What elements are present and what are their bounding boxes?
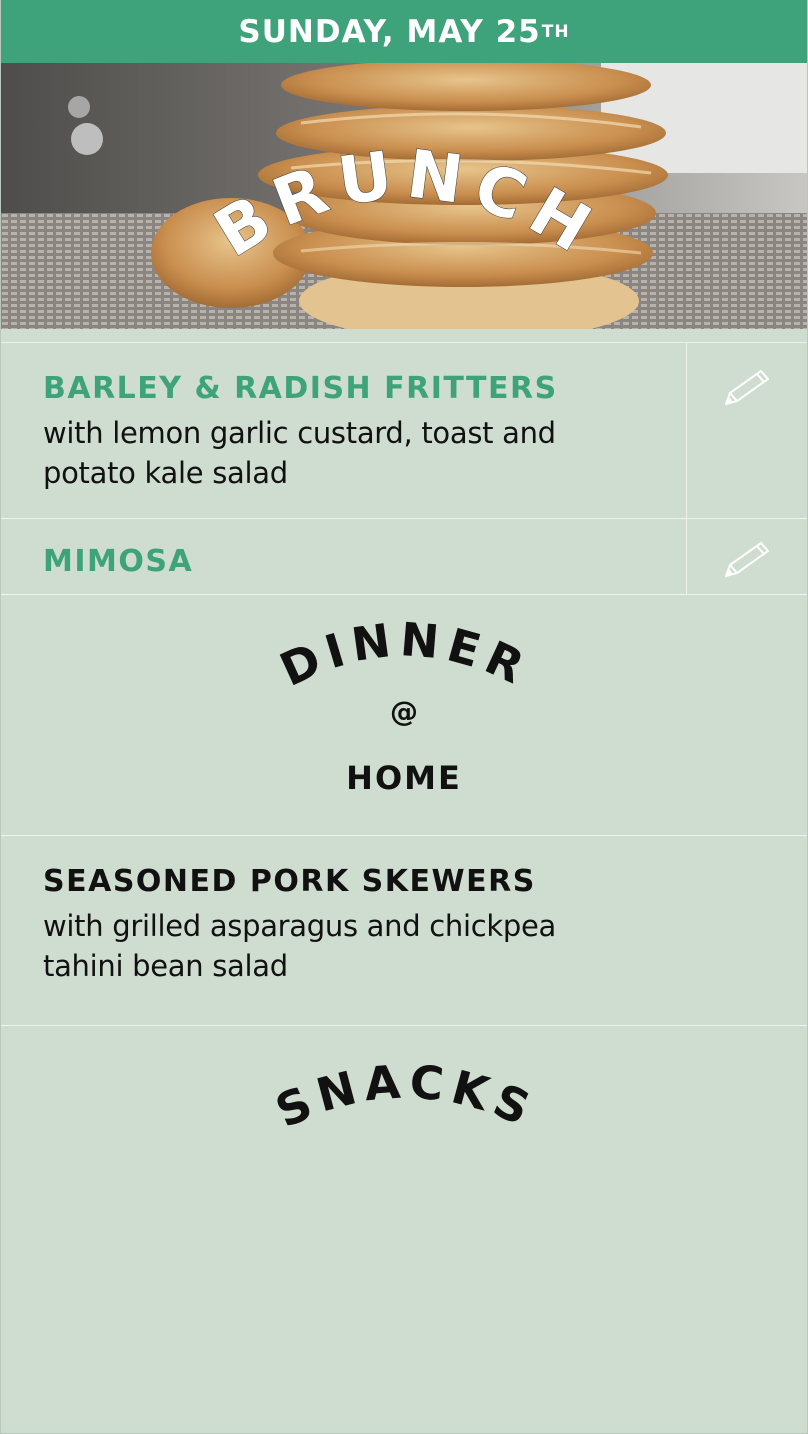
menu-item-desc-line: tahini bean salad (43, 949, 288, 983)
menu-item-name: SEASONED PORK SKEWERS (43, 864, 536, 899)
svg-text:SNACKS: SNACKS (268, 1054, 544, 1138)
dinner-title-text: DINNER (272, 612, 531, 697)
date-header: SUNDAY, MAY 25 TH (1, 0, 807, 63)
meal-plan-screen: SUNDAY, MAY 25 TH BRUNCH BARLEY & RADISH… (0, 0, 808, 1434)
menu-item-name: BARLEY & RADISH FRITTERS (43, 371, 558, 406)
edit-button[interactable] (686, 343, 807, 518)
date-label: SUNDAY, MAY 25 (238, 13, 541, 50)
menu-item-content: MIMOSA (1, 519, 686, 594)
menu-item-desc-line: potato kale salad (43, 456, 288, 490)
pencil-icon (725, 542, 769, 577)
dinner-section-header: DINNER @ HOME (1, 595, 807, 836)
svg-text:DINNER: DINNER (272, 612, 538, 697)
brunch-title-text: BRUNCH (201, 135, 603, 273)
pencil-icon (725, 370, 769, 405)
menu-item-name: MIMOSA (43, 544, 194, 579)
menu-item-barley-radish-fritters[interactable]: BARLEY & RADISH FRITTERS with lemon garl… (1, 343, 807, 519)
menu-item-desc-line: with lemon garlic custard, toast and (43, 416, 556, 450)
menu-item-description: with grilled asparagus and chickpea tahi… (43, 906, 767, 986)
snacks-title-arc: SNACKS (268, 1054, 544, 1138)
divider (1, 329, 807, 343)
menu-item-content: SEASONED PORK SKEWERS with grilled aspar… (1, 836, 807, 1025)
menu-item-seasoned-pork-skewers[interactable]: SEASONED PORK SKEWERS with grilled aspar… (1, 836, 807, 1026)
brunch-hero-image: BRUNCH (1, 63, 807, 329)
menu-item-description: with lemon garlic custard, toast and pot… (43, 413, 646, 493)
snacks-section: SNACKS (1, 1026, 807, 1434)
date-ordinal-suffix: TH (541, 21, 570, 42)
svg-text:BRUNCH: BRUNCH (201, 135, 612, 272)
menu-item-mimosa[interactable]: MIMOSA (1, 519, 807, 595)
menu-item-content: BARLEY & RADISH FRITTERS with lemon garl… (1, 343, 686, 518)
edit-button[interactable] (686, 519, 807, 594)
at-symbol: @ (390, 695, 418, 728)
menu-item-desc-line: with grilled asparagus and chickpea (43, 909, 557, 943)
snacks-title-text: SNACKS (268, 1054, 537, 1138)
brunch-section-title: BRUNCH (201, 135, 612, 273)
dinner-location: HOME (346, 759, 462, 797)
